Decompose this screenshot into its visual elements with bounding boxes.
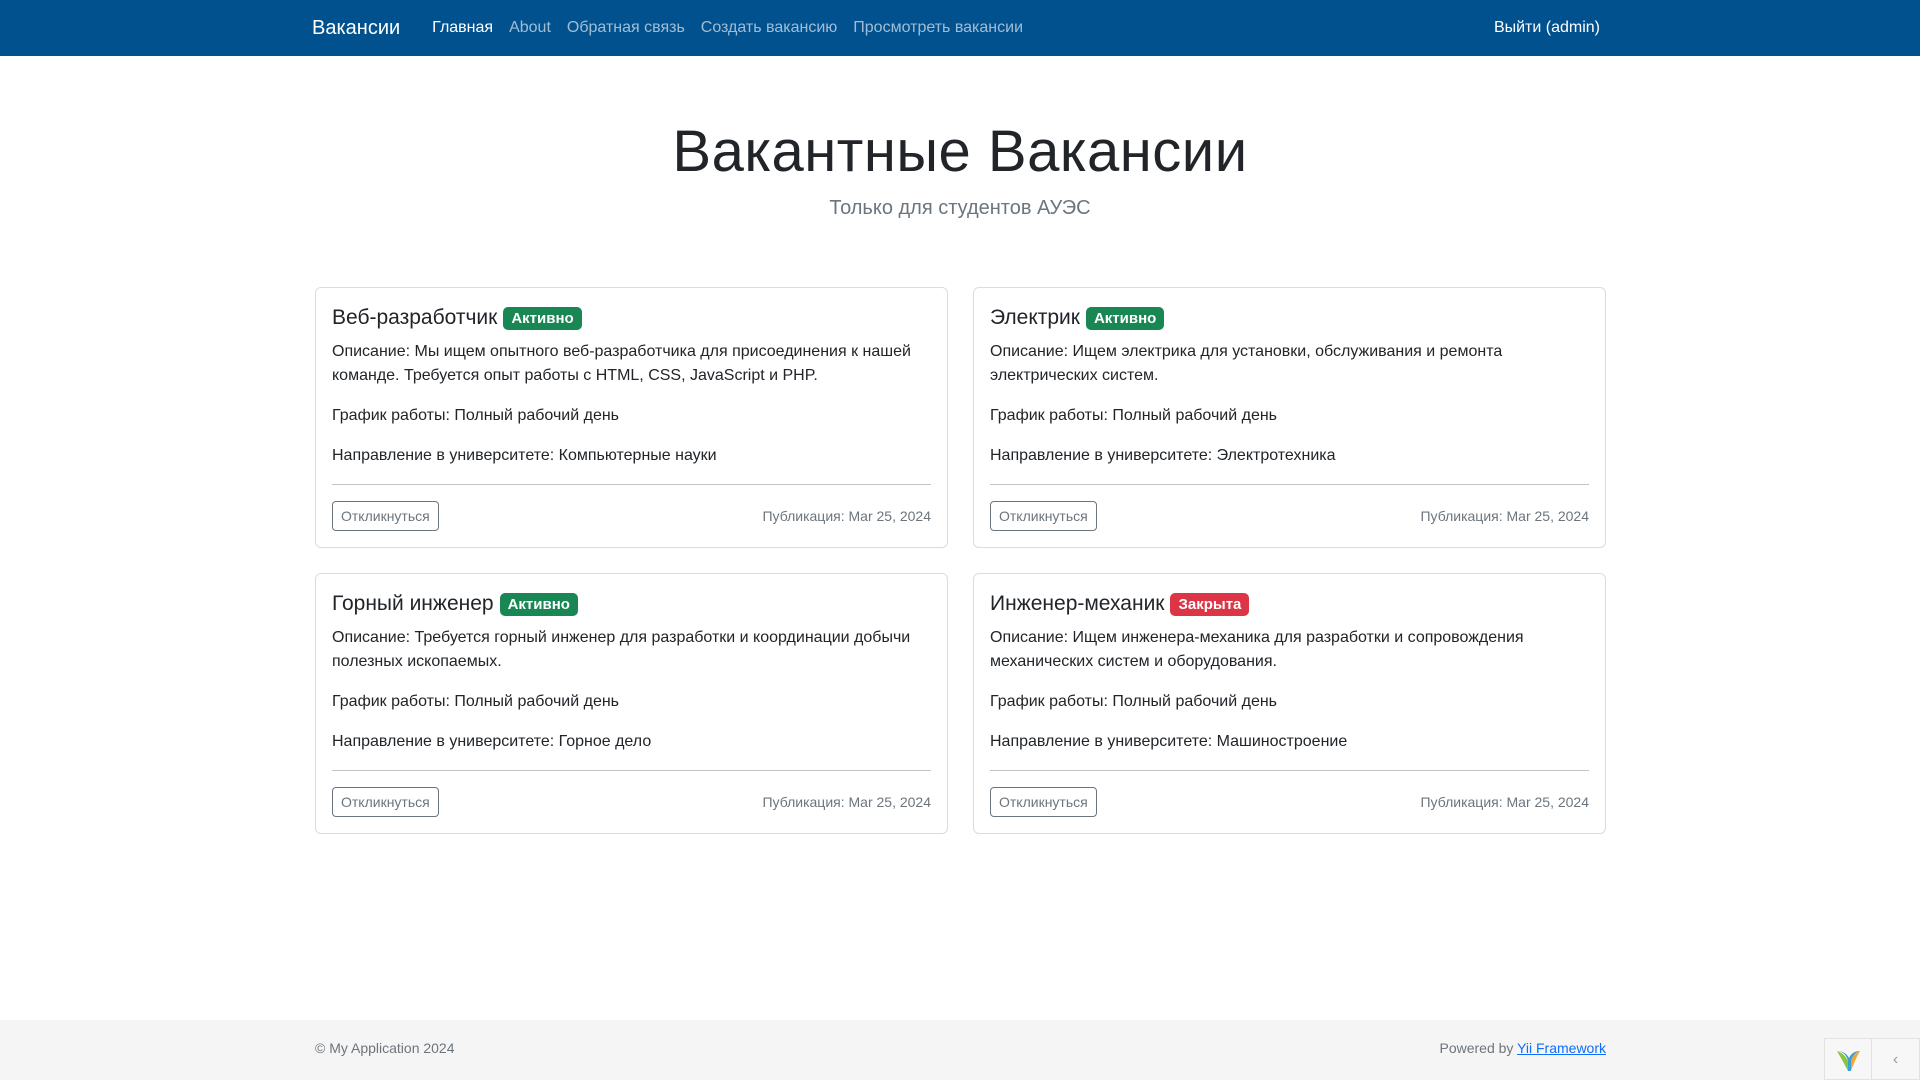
publish-date: Публикация: Mar 25, 2024 [1420,508,1589,524]
status-badge: Активно [503,306,582,330]
nav-links: Главная About Обратная связь Создать вак… [424,19,1031,37]
job-card-footer: Откликнуться Публикация: Mar 25, 2024 [990,484,1589,531]
footer-powered: Powered by Yii Framework [1439,1040,1606,1056]
job-title: Инженер-механик [990,592,1165,615]
job-card-footer: Откликнуться Публикация: Mar 25, 2024 [332,484,931,531]
job-card: Электрик Активно Описание: Ищем электрик… [973,287,1606,548]
nav-link-view-vacancies[interactable]: Просмотреть вакансии [845,19,1031,37]
job-direction: Направление в университете: Компьютерные… [332,447,717,464]
job-card: Горный инженер Активно Описание: Требует… [315,573,948,834]
job-card: Инженер-механик Закрыта Описание: Ищем и… [973,573,1606,834]
publish-date: Публикация: Mar 25, 2024 [1420,794,1589,810]
job-card: Веб-разработчик Активно Описание: Мы ище… [315,287,948,548]
status-badge: Активно [499,592,578,616]
job-direction: Направление в университете: Электротехни… [990,447,1336,464]
apply-button[interactable]: Откликнуться [990,787,1097,817]
job-schedule: График работы: Полный рабочий день [990,693,1278,710]
yii-framework-link[interactable]: Yii Framework [1517,1040,1606,1056]
navbar-container: Вакансии Главная About Обратная связь Со… [312,0,1608,56]
job-direction: Направление в университете: Горное дело [332,733,652,750]
job-card-header: Электрик Активно [990,306,1589,330]
job-schedule: График работы: Полный рабочий день [990,407,1278,424]
page-subtitle: Только для студентов АУЭС [829,197,1091,219]
apply-button[interactable]: Откликнуться [990,501,1097,531]
job-direction: Направление в университете: Машиностроен… [990,733,1348,750]
status-badge: Активно [1085,306,1165,330]
publish-date: Публикация: Mar 25, 2024 [762,794,931,810]
job-schedule: График работы: Полный рабочий день [332,407,620,424]
publish-date: Публикация: Mar 25, 2024 [762,508,931,524]
nav-link-home[interactable]: Главная [424,19,501,37]
footer-powered-prefix: Powered by [1439,1040,1518,1056]
job-card-header: Инженер-механик Закрыта [990,592,1589,616]
page-footer: © My Application 2024 Powered by Yii Fra… [0,1020,1920,1080]
debug-toolbar: ‹ [1824,1038,1920,1080]
footer-copyright: © My Application 2024 [315,1040,455,1056]
nav-link-create-vacancy[interactable]: Создать вакансию [693,19,846,37]
page-title: Вакантные Вакансии [672,119,1248,184]
status-badge: Закрыта [1170,592,1250,616]
footer-container: © My Application 2024 Powered by Yii Fra… [315,1040,1606,1056]
job-title: Электрик [990,306,1080,329]
nav-link-about[interactable]: About [501,19,559,37]
brand-link[interactable]: Вакансии [312,17,400,40]
job-description: Описание: Ищем электрика для установки, … [990,343,1503,384]
job-card-header: Веб-разработчик Активно [332,306,931,330]
job-title: Веб-разработчик [332,306,498,329]
nav-link-contact[interactable]: Обратная связь [559,19,693,37]
chevron-left-icon[interactable]: ‹ [1872,1039,1919,1080]
yii-logo-icon[interactable] [1825,1039,1873,1080]
logout-link[interactable]: Выйти (admin) [1494,19,1608,37]
job-schedule: График работы: Полный рабочий день [332,693,620,710]
job-cards-grid: Веб-разработчик Активно Описание: Мы ище… [315,287,1606,834]
job-title: Горный инженер [332,592,494,615]
job-description: Описание: Требуется горный инженер для р… [332,629,911,670]
apply-button[interactable]: Откликнуться [332,787,439,817]
job-card-footer: Откликнуться Публикация: Mar 25, 2024 [990,770,1589,817]
apply-button[interactable]: Откликнуться [332,501,439,531]
job-card-footer: Откликнуться Публикация: Mar 25, 2024 [332,770,931,817]
job-description: Описание: Мы ищем опытного веб-разработч… [332,343,911,384]
top-navbar: Вакансии Главная About Обратная связь Со… [0,0,1920,56]
job-description: Описание: Ищем инженера-механика для раз… [990,629,1524,670]
job-card-header: Горный инженер Активно [332,592,931,616]
